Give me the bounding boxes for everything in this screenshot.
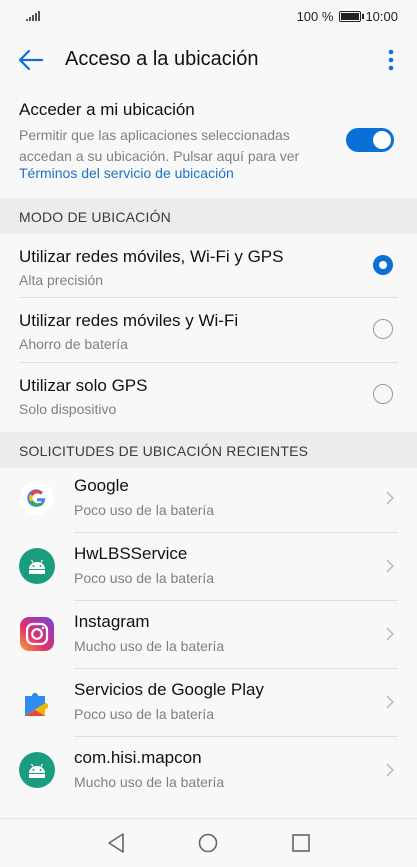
app-item-com-hisi-mapcon[interactable]: com.hisi.mapcon Mucho uso de la batería	[0, 736, 417, 804]
app-item-hwlbsservice[interactable]: HwLBSService Poco uso de la batería	[0, 532, 417, 600]
android-icon	[19, 548, 55, 584]
section-header-recent: SOLICITUDES DE UBICACIÓN RECIENTES	[0, 432, 417, 468]
instagram-icon	[20, 617, 54, 651]
location-access-toggle[interactable]	[346, 128, 394, 152]
app-name: Instagram	[74, 612, 150, 631]
app-name: com.hisi.mapcon	[74, 748, 202, 767]
app-name: Servicios de Google Play	[74, 680, 264, 699]
app-usage: Poco uso de la batería	[74, 570, 215, 586]
mode-option-device-only[interactable]: Utilizar solo GPS Solo dispositivo	[0, 363, 417, 429]
app-header: Acceso a la ubicación	[0, 34, 417, 86]
status-bar: 100 % 10:00	[0, 0, 417, 34]
app-item-instagram[interactable]: Instagram Mucho uso de la batería	[0, 600, 417, 668]
puzzle-icon	[25, 693, 48, 716]
radio-unselected[interactable]	[373, 319, 393, 339]
mode-option-high-accuracy[interactable]: Utilizar redes móviles, Wi-Fi y GPS Alta…	[0, 234, 417, 300]
chevron-right-icon	[386, 695, 395, 709]
android-icon	[19, 752, 55, 788]
mode-option-title: Utilizar redes móviles y Wi-Fi	[19, 311, 239, 330]
signal-icon	[26, 11, 40, 21]
app-usage: Poco uso de la batería	[74, 706, 215, 722]
clock: 10:00	[365, 9, 398, 24]
app-item-google[interactable]: Google Poco uso de la batería	[0, 464, 417, 532]
mode-option-battery-saving[interactable]: Utilizar redes móviles y Wi-Fi Ahorro de…	[0, 298, 417, 364]
app-name: Google	[74, 476, 129, 495]
battery-icon	[339, 11, 365, 22]
app-name: HwLBSService	[74, 544, 188, 563]
mode-option-subtitle: Solo dispositivo	[19, 401, 117, 417]
location-terms-link[interactable]: Términos del servicio de ubicación	[19, 165, 234, 181]
more-options-icon[interactable]	[383, 48, 399, 72]
chevron-right-icon	[386, 559, 395, 573]
location-access-title: Acceder a mi ubicación	[19, 100, 195, 119]
app-item-google-play-services[interactable]: Servicios de Google Play Poco uso de la …	[0, 668, 417, 736]
google-g-icon	[20, 481, 54, 515]
nav-back-icon[interactable]	[104, 831, 128, 855]
nav-recents-icon[interactable]	[289, 831, 313, 855]
mode-option-title: Utilizar redes móviles, Wi-Fi y GPS	[19, 247, 284, 266]
navigation-bar	[0, 818, 417, 867]
app-usage: Poco uso de la batería	[74, 502, 215, 518]
battery-percent: 100 %	[296, 9, 334, 24]
mode-option-title: Utilizar solo GPS	[19, 376, 148, 395]
location-access-row[interactable]: Acceder a mi ubicación Permitir que las …	[0, 88, 417, 194]
mode-option-subtitle: Alta precisión	[19, 272, 104, 288]
back-arrow-icon[interactable]	[18, 49, 44, 71]
section-header-mode: MODO DE UBICACIÓN	[0, 198, 417, 234]
radio-unselected[interactable]	[373, 384, 393, 404]
chevron-right-icon	[386, 627, 395, 641]
page-title: Acceso a la ubicación	[65, 48, 259, 70]
chevron-right-icon	[386, 763, 395, 777]
app-usage: Mucho uso de la batería	[74, 638, 225, 654]
app-usage: Mucho uso de la batería	[74, 774, 225, 790]
mode-option-subtitle: Ahorro de batería	[19, 336, 128, 352]
toggle-knob	[373, 131, 391, 149]
radio-selected[interactable]	[373, 255, 393, 275]
nav-home-icon[interactable]	[196, 831, 220, 855]
chevron-right-icon	[386, 491, 395, 505]
location-access-description: Permitir que las aplicaciones selecciona…	[19, 127, 300, 164]
